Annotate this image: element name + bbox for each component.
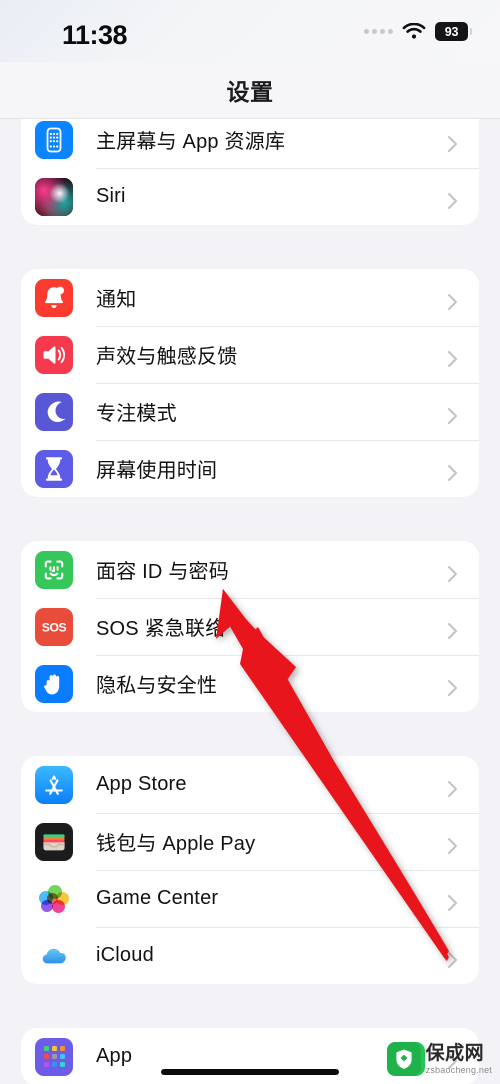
- settings-row-label: 钱包与 Apple Pay: [96, 833, 256, 855]
- chevron-right-icon: [447, 464, 457, 481]
- home-screen-icon: [35, 120, 73, 159]
- settings-row-label: 面容 ID 与密码: [96, 561, 229, 583]
- hand-icon: [35, 664, 73, 703]
- settings-row-label: 主屏幕与 App 资源库: [96, 131, 286, 153]
- status-bar-indicators: 93: [364, 22, 472, 41]
- chevron-right-icon: [447, 951, 457, 968]
- chevron-right-icon: [447, 293, 457, 310]
- game-center-icon: [35, 879, 73, 918]
- watermark-text: 保成网 zsbaocheng.net: [426, 1044, 492, 1075]
- chevron-right-icon: [447, 565, 457, 582]
- hourglass-icon: [35, 449, 73, 488]
- group-security: 面容 ID 与密码 SOS SOS 紧急联络 隐私与安全性: [21, 541, 479, 712]
- chevron-right-icon: [447, 407, 457, 424]
- group-gap: [0, 984, 500, 1028]
- face-id-icon: [35, 550, 73, 589]
- chevron-right-icon: [447, 135, 457, 152]
- settings-row-face-id-passcode[interactable]: 面容 ID 与密码: [21, 541, 479, 598]
- shield-logo-icon: [386, 1042, 425, 1076]
- settings-row-label: 隐私与安全性: [96, 675, 218, 697]
- settings-row-screen-time[interactable]: 屏幕使用时间: [21, 440, 479, 497]
- settings-row-siri[interactable]: Siri: [21, 168, 479, 225]
- settings-row-label: 专注模式: [96, 403, 177, 425]
- navigation-bar: 设置: [0, 62, 500, 119]
- watermark: 保成网 zsbaocheng.net: [386, 1042, 492, 1076]
- settings-row-focus[interactable]: 专注模式: [21, 383, 479, 440]
- app-grid-icon: [35, 1037, 73, 1076]
- group-alerts: 通知声效与触感反馈 专注模式屏幕使用时间: [21, 269, 479, 497]
- iphone-settings-screen: 11:38 93 设置 主屏幕与 App 资源库 Siri 通知声效与触感反馈 专注模…: [0, 0, 500, 1084]
- group-gap: [0, 497, 500, 541]
- settings-row-label: iCloud: [96, 944, 154, 966]
- settings-row-label: App Store: [96, 773, 187, 795]
- settings-row-sounds-haptics[interactable]: 声效与触感反馈: [21, 326, 479, 383]
- group-gap: [0, 225, 500, 269]
- watermark-url: zsbaocheng.net: [425, 1064, 492, 1075]
- page-title: 设置: [226, 79, 274, 105]
- bell-icon: [35, 278, 73, 317]
- settings-row-label: SOS 紧急联络: [96, 618, 226, 640]
- group-services: App Store 钱包与 Apple Pay Game Center iCloud: [21, 756, 479, 984]
- settings-row-label: 屏幕使用时间: [96, 460, 218, 482]
- group-gap: [0, 712, 500, 756]
- chevron-right-icon: [447, 192, 457, 209]
- chevron-right-icon: [447, 837, 457, 854]
- app-store-icon: [35, 765, 73, 804]
- settings-row-label: 声效与触感反馈: [96, 346, 238, 368]
- battery-level-text: 93: [444, 24, 459, 39]
- icloud-icon: [35, 936, 73, 975]
- chevron-right-icon: [447, 780, 457, 797]
- wifi-icon: [402, 22, 426, 41]
- settings-row-label: Siri: [96, 185, 126, 207]
- battery-icon: 93: [435, 22, 472, 41]
- settings-list[interactable]: 主屏幕与 App 资源库 Siri 通知声效与触感反馈 专注模式屏幕使用时间 面容 ID…: [0, 111, 500, 1084]
- sos-icon: SOS: [35, 607, 73, 646]
- moon-icon: [35, 392, 73, 431]
- settings-row-label: Game Center: [96, 887, 219, 909]
- speaker-icon: [35, 335, 73, 374]
- settings-row-icloud[interactable]: iCloud: [21, 927, 479, 984]
- home-indicator-bar[interactable]: [161, 1069, 339, 1075]
- settings-row-privacy-security[interactable]: 隐私与安全性: [21, 655, 479, 712]
- svg-text:SOS: SOS: [42, 620, 67, 634]
- siri-icon: [35, 177, 73, 216]
- settings-row-label: 通知: [96, 289, 137, 311]
- wallet-icon: [35, 822, 73, 861]
- settings-row-home-screen-app-library[interactable]: 主屏幕与 App 资源库: [21, 111, 479, 168]
- chevron-right-icon: [447, 622, 457, 639]
- status-bar-time: 11:38: [62, 20, 128, 50]
- group-personalization: 主屏幕与 App 资源库 Siri: [21, 111, 479, 225]
- settings-row-game-center[interactable]: Game Center: [21, 870, 479, 927]
- settings-row-label: App: [96, 1045, 133, 1067]
- status-bar: 11:38 93: [0, 0, 500, 62]
- settings-row-app-store[interactable]: App Store: [21, 756, 479, 813]
- watermark-name: 保成网: [425, 1042, 485, 1064]
- chevron-right-icon: [447, 679, 457, 696]
- chevron-right-icon: [447, 894, 457, 911]
- settings-row-notifications[interactable]: 通知: [21, 269, 479, 326]
- settings-row-emergency-sos[interactable]: SOS SOS 紧急联络: [21, 598, 479, 655]
- signal-dots-icon: [364, 29, 393, 34]
- chevron-right-icon: [447, 350, 457, 367]
- settings-row-wallet-apple-pay[interactable]: 钱包与 Apple Pay: [21, 813, 479, 870]
